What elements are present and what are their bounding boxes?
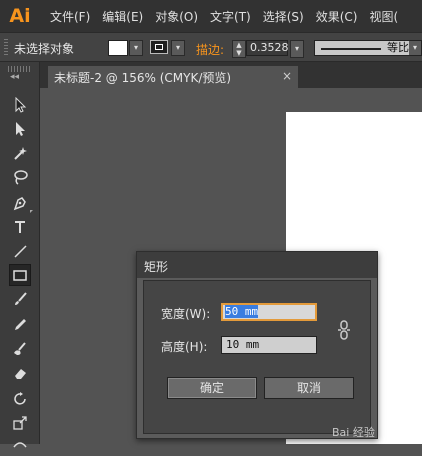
menu-file[interactable]: 文件(F) [50, 8, 90, 25]
fill-swatch[interactable] [108, 40, 128, 56]
menu-select[interactable]: 选择(S) [263, 8, 304, 25]
collapse-icon[interactable]: ◂◂ [10, 72, 19, 82]
profile-line [321, 48, 381, 50]
stroke-weight-dropdown-icon[interactable]: ▾ [290, 40, 304, 58]
close-icon[interactable]: × [282, 69, 292, 83]
menu-view[interactable]: 视图( [369, 8, 398, 25]
tools-panel: ◂◂ [0, 62, 40, 448]
line-icon[interactable] [9, 240, 31, 262]
document-tab[interactable]: 未标题-2 @ 156% (CMYK/预览) × [48, 66, 298, 88]
selection-tool-icon[interactable] [9, 94, 31, 116]
menu-effect[interactable]: 效果(C) [316, 8, 358, 25]
stroke-dropdown-icon[interactable]: ▾ [171, 40, 185, 56]
type-icon[interactable] [9, 216, 31, 238]
menu-object[interactable]: 对象(O) [155, 8, 198, 25]
document-tab-bar: 未标题-2 @ 156% (CMYK/预览) × [40, 62, 422, 88]
pen-icon[interactable] [9, 192, 33, 214]
rectangle-dialog: 矩形 宽度(W): 50 mm 高度(H): 10 mm 确定 取消 [136, 251, 378, 439]
menu-edit[interactable]: 编辑(E) [102, 8, 143, 25]
stroke-weight-input[interactable]: 0.3528 [246, 40, 289, 56]
height-input[interactable]: 10 mm [221, 336, 317, 354]
width-value: 50 mm [225, 305, 259, 318]
blob-brush-icon[interactable] [9, 338, 31, 360]
profile-dropdown-icon[interactable]: ▾ [409, 41, 421, 55]
panel-grip[interactable] [4, 39, 8, 55]
rotate-icon[interactable] [9, 388, 31, 410]
dialog-titlebar[interactable]: 矩形 [137, 252, 377, 278]
app-logo: Ai [9, 5, 31, 27]
height-label: 高度(H): [161, 340, 208, 354]
stroke-label[interactable]: 描边: [196, 41, 224, 58]
width-label: 宽度(W): [161, 307, 211, 321]
stroke-swatch[interactable] [150, 40, 168, 54]
document-tab-title: 未标题-2 @ 156% (CMYK/预览) [54, 71, 232, 85]
ok-button[interactable]: 确定 [167, 377, 257, 399]
dialog-title: 矩形 [144, 260, 169, 274]
rectangle-icon[interactable] [9, 264, 31, 286]
pencil-icon[interactable] [9, 314, 31, 336]
tool-group-indicator [30, 210, 33, 213]
cancel-button[interactable]: 取消 [264, 377, 354, 399]
scale-icon[interactable] [9, 412, 31, 434]
menu-type[interactable]: 文字(T) [210, 8, 251, 25]
paintbrush-icon[interactable] [9, 288, 31, 310]
eraser-icon[interactable] [9, 362, 31, 384]
direct-selection-tool-icon[interactable] [9, 118, 31, 140]
lasso-icon[interactable] [9, 166, 31, 188]
variable-width-profile[interactable]: 等比 ▾ [314, 40, 422, 56]
selection-status: 未选择对象 [14, 42, 75, 56]
watermark: Bai 经验 [332, 426, 375, 439]
menu-bar: Ai 文件(F) 编辑(E) 对象(O) 文字(T) 选择(S) 效果(C) 视… [0, 0, 422, 32]
constrain-proportions-link-icon[interactable] [337, 319, 351, 341]
control-bar: 未选择对象 ▾ ▾ 描边: ▲ ▼ 0.3528 ▾ 等比 ▾ [0, 32, 422, 62]
fill-dropdown-icon[interactable]: ▾ [129, 40, 143, 56]
profile-label: 等比 [387, 41, 409, 54]
magic-wand-icon[interactable] [9, 142, 31, 164]
stroke-stepper[interactable]: ▲ ▼ [232, 40, 246, 58]
dialog-body: 宽度(W): 50 mm 高度(H): 10 mm 确定 取消 [143, 280, 371, 434]
width-icon[interactable] [9, 434, 31, 456]
width-input[interactable]: 50 mm [221, 303, 317, 321]
